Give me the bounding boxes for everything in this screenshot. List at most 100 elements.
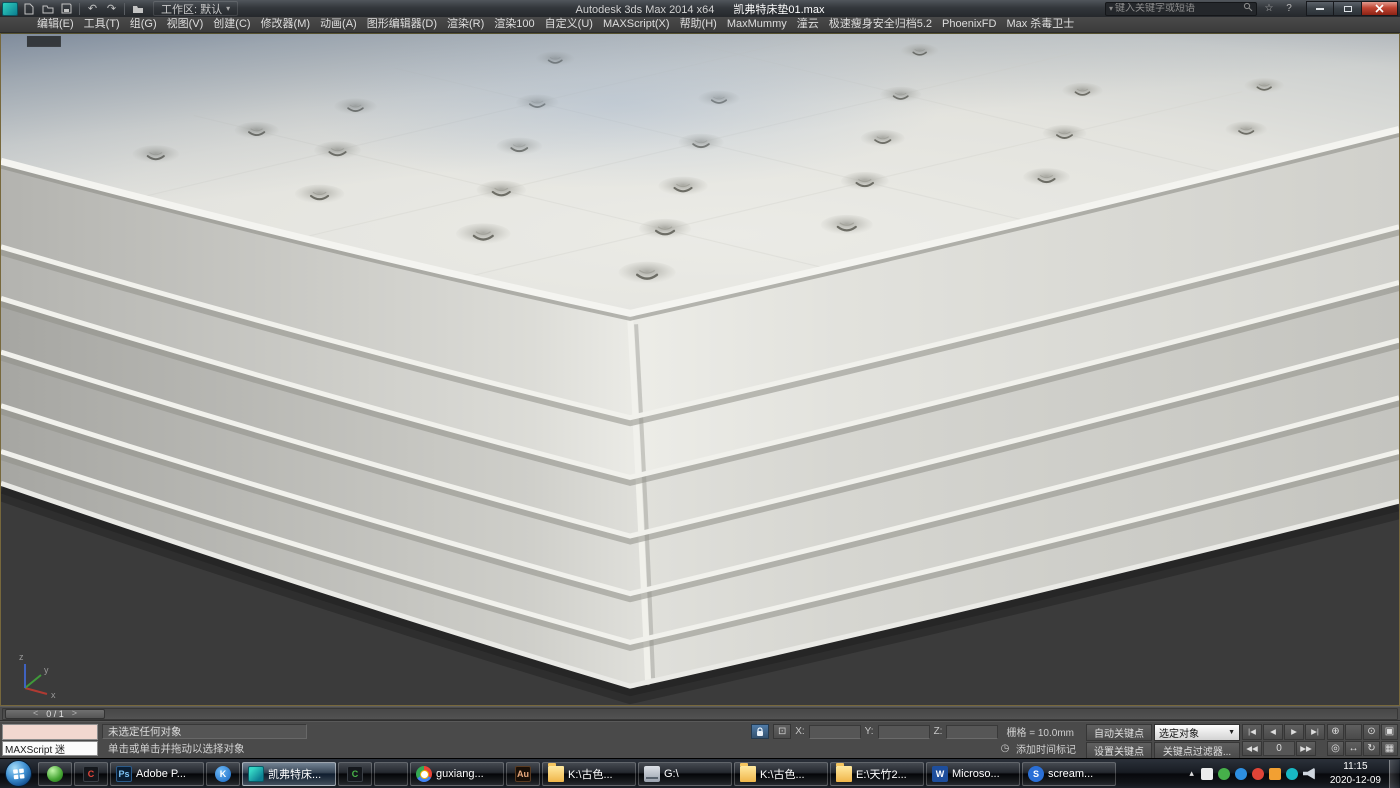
viewport[interactable]: x y z: [0, 33, 1400, 706]
orbit-icon[interactable]: ↻: [1363, 741, 1380, 757]
tray-app-icon-3[interactable]: [1235, 768, 1247, 780]
zoom-extents-all-icon[interactable]: ▣: [1381, 724, 1398, 740]
x-coordinate-label: X:: [795, 726, 804, 737]
play-button[interactable]: ▶: [1284, 724, 1304, 740]
show-desktop-button[interactable]: [1389, 760, 1399, 788]
taskbar-green-ring-app-button[interactable]: [374, 762, 408, 786]
undo-icon[interactable]: ↶: [84, 1, 101, 16]
red-c-app-icon: C: [83, 766, 99, 782]
taskbar-red-c-app-button[interactable]: C: [74, 762, 108, 786]
menu-item-rendering[interactable]: 渲染(R): [442, 17, 489, 33]
tray-speaker-icon[interactable]: [1303, 768, 1315, 780]
menu-item-graph-editors[interactable]: 图形编辑器(D): [362, 17, 442, 33]
tray-app-icon-4[interactable]: [1252, 768, 1264, 780]
menu-item-maxmummy[interactable]: MaxMummy: [722, 17, 792, 33]
tray-app-icon-5[interactable]: [1269, 768, 1281, 780]
menu-item-slim-archive[interactable]: 极速瘦身安全归档5.2: [824, 17, 937, 33]
z-coordinate-field[interactable]: [946, 725, 998, 739]
go-to-end-button[interactable]: ▶|: [1305, 724, 1325, 740]
help-icon[interactable]: ?: [1281, 2, 1297, 16]
menu-item-render100[interactable]: 渲染100: [489, 17, 539, 33]
taskbar-3dsmax-button[interactable]: 凯弗特床...: [242, 762, 336, 786]
taskbar-browser-button[interactable]: [38, 762, 72, 786]
tray-app-icon-1[interactable]: [1201, 768, 1213, 780]
search-icon[interactable]: [1243, 2, 1253, 15]
taskbar-chrome-button[interactable]: guxiang...: [410, 762, 504, 786]
menu-item-edit[interactable]: 编辑(E): [32, 17, 79, 33]
tray-app-icon-2[interactable]: [1218, 768, 1230, 780]
folder-icon: [548, 766, 564, 782]
menu-item-animation[interactable]: 动画(A): [315, 17, 362, 33]
menu-item-tools[interactable]: 工具(T): [79, 17, 125, 33]
taskbar-gdrive-button[interactable]: G:\: [638, 762, 732, 786]
start-button[interactable]: [5, 760, 32, 787]
previous-frame-button[interactable]: ◀◀: [1242, 741, 1262, 757]
taskbar-folder1-button[interactable]: K:\古色...: [542, 762, 636, 786]
listener-macro-line[interactable]: [2, 724, 98, 740]
taskbar-green-c-app-button[interactable]: C: [338, 762, 372, 786]
maxscript-mini-listener[interactable]: MAXScript 迷: [2, 724, 98, 756]
previous-frame-arrow-icon[interactable]: <: [33, 709, 38, 718]
selection-set-dropdown[interactable]: 选定对象 ▼: [1154, 724, 1240, 741]
z-coordinate-label: Z:: [934, 726, 943, 737]
field-of-view-icon[interactable]: ◎: [1327, 741, 1344, 757]
taskbar-folder3-button[interactable]: E:\天竹2...: [830, 762, 924, 786]
menu-item-modifiers[interactable]: 修改器(M): [256, 17, 316, 33]
project-folder-icon[interactable]: [129, 1, 146, 16]
taskbar-k-app-button[interactable]: K: [206, 762, 240, 786]
listener-script-line[interactable]: MAXScript 迷: [2, 741, 98, 757]
close-button[interactable]: [1362, 1, 1398, 16]
previous-key-button[interactable]: ◀: [1263, 724, 1283, 740]
menu-item-group[interactable]: 组(G): [125, 17, 162, 33]
taskbar-audition-button[interactable]: Au: [506, 762, 540, 786]
current-frame-field[interactable]: [1263, 741, 1295, 757]
selection-status: 未选定任何对象: [102, 724, 307, 739]
workspace-selector[interactable]: 工作区: 默认 ▾: [153, 1, 238, 16]
zoom-icon[interactable]: ⊕: [1327, 724, 1344, 740]
menu-item-maxscript[interactable]: MAXScript(X): [598, 17, 675, 33]
favorites-star-icon[interactable]: ☆: [1261, 2, 1277, 16]
menu-item-create[interactable]: 创建(C): [208, 17, 255, 33]
key-filters-button[interactable]: 关键点过滤器...: [1154, 742, 1240, 759]
menu-item-max-antivirus[interactable]: Max 杀毒卫士: [1001, 17, 1079, 33]
absolute-offset-mode-toggle[interactable]: ⊡: [773, 724, 791, 739]
pan-icon[interactable]: ↔: [1345, 741, 1362, 757]
go-to-start-button[interactable]: |◀: [1242, 724, 1262, 740]
menu-item-customize[interactable]: 自定义(U): [540, 17, 598, 33]
timeline-track[interactable]: < 0 / 1 >: [2, 708, 1398, 720]
x-coordinate-field[interactable]: [809, 725, 861, 739]
search-box[interactable]: ▾: [1105, 2, 1257, 16]
maximize-button[interactable]: [1334, 1, 1362, 16]
time-slider[interactable]: < 0 / 1 >: [5, 709, 105, 719]
zoom-all-icon[interactable]: [1345, 724, 1362, 740]
search-history-arrow-icon[interactable]: ▾: [1109, 4, 1113, 13]
next-frame-arrow-icon[interactable]: >: [72, 709, 77, 718]
auto-key-button[interactable]: 自动关键点: [1086, 724, 1152, 741]
zoom-extents-icon[interactable]: ⊙: [1363, 724, 1380, 740]
minimize-button[interactable]: [1306, 1, 1334, 16]
menu-item-phoenixfd[interactable]: PhoenixFD: [937, 17, 1001, 33]
3ds-max-app-button[interactable]: [2, 2, 18, 16]
next-frame-button[interactable]: ▶▶: [1296, 741, 1316, 757]
menu-item-help[interactable]: 帮助(H): [675, 17, 722, 33]
taskbar-photoshop-button[interactable]: PsAdobe P...: [110, 762, 204, 786]
tray-app-icon-6[interactable]: [1286, 768, 1298, 780]
folder-icon: [740, 766, 756, 782]
selection-lock-toggle[interactable]: [751, 724, 769, 739]
redo-icon[interactable]: ↷: [103, 1, 120, 16]
tray-expand-icon[interactable]: ▴: [1189, 768, 1194, 779]
taskbar-word-button[interactable]: WMicroso...: [926, 762, 1020, 786]
taskbar-screen-recorder-button[interactable]: Sscream...: [1022, 762, 1116, 786]
menu-item-views[interactable]: 视图(V): [162, 17, 209, 33]
maximize-viewport-toggle-icon[interactable]: ▦: [1381, 741, 1398, 757]
new-scene-icon[interactable]: [20, 1, 37, 16]
open-file-icon[interactable]: [39, 1, 56, 16]
set-key-button[interactable]: 设置关键点: [1086, 742, 1152, 759]
taskbar-clock[interactable]: 11:15 2020-12-09: [1324, 760, 1387, 787]
search-input[interactable]: [1115, 3, 1241, 14]
menu-item-tongyun[interactable]: 潼云: [792, 17, 824, 33]
add-time-tag-button[interactable]: 添加时间标记: [1016, 741, 1076, 756]
y-coordinate-field[interactable]: [878, 725, 930, 739]
taskbar-folder2-button[interactable]: K:\古色...: [734, 762, 828, 786]
save-icon[interactable]: [58, 1, 75, 16]
